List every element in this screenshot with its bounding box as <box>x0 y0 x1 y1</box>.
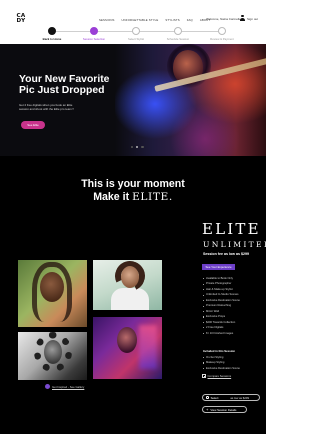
gallery-photo[interactable] <box>18 332 87 380</box>
carousel-dots <box>131 146 144 149</box>
list-item: 8 / 10 Finished Images <box>203 331 263 336</box>
select-label: Select <box>210 395 219 400</box>
step-select-stylist[interactable]: Select Stylist <box>115 27 157 41</box>
step-dot <box>174 27 182 35</box>
elite-subtitle: UNLIMITED <box>203 240 266 249</box>
select-price: as low as $299 <box>230 395 250 400</box>
session-details-button[interactable]: + View Session Details <box>202 406 247 413</box>
included-list: On-Set Styling Makeup Styling Exclusive … <box>203 355 263 371</box>
elite-logo: ELITE <box>202 220 261 238</box>
step-session-selection[interactable]: Session Selection <box>73 27 115 41</box>
nav-item-stylists[interactable]: Stylists <box>165 18 179 22</box>
compare-sessions-link[interactable]: Compare Sessions <box>208 374 232 378</box>
user-icon[interactable] <box>240 15 245 21</box>
gallery-link-text: Get Inspired - See Gallery <box>52 384 85 389</box>
step-label: Back to Home <box>42 37 62 41</box>
compare-checkbox[interactable] <box>202 374 206 378</box>
select-session-button[interactable]: Select as low as $299 <box>202 394 260 401</box>
step-label: Schedule Session <box>166 37 190 41</box>
see-elite-button[interactable]: See Elite <box>21 121 45 129</box>
gallery-link[interactable]: Get Inspired - See Gallery <box>45 384 84 389</box>
elite-price: Session fee as low as $299 <box>203 252 249 256</box>
moment-subheading: Make it ELITE. <box>0 191 266 203</box>
carousel-dot[interactable] <box>131 146 134 149</box>
logo-line-2: DY <box>16 18 26 25</box>
signout-link[interactable]: Sign out <box>247 17 258 21</box>
step-review-payment[interactable]: Review & Payment <box>201 27 243 41</box>
site-header: CA DY Sessions Unforgettable Style Styli… <box>0 0 266 44</box>
step-dot <box>132 27 140 35</box>
feature-list: Available to Book Only Private Photograp… <box>203 276 263 336</box>
carousel-dot-active[interactable] <box>136 146 139 149</box>
step-schedule-session[interactable]: Schedule Session <box>157 27 199 41</box>
step-label: Review & Payment <box>210 37 234 41</box>
radio-icon <box>206 396 209 399</box>
nav-item-unforgettable-style[interactable]: Unforgettable Style <box>122 18 159 22</box>
gallery-photo[interactable] <box>93 260 162 310</box>
nav-item-faq[interactable]: FAQ <box>187 18 193 22</box>
hero-subtitle: Get 2 free digitals when you book an Eli… <box>19 103 75 111</box>
step-dot <box>90 27 98 35</box>
elite-section: This is your moment Make it ELITE. Get I… <box>0 156 266 402</box>
nav-item-sessions[interactable]: Sessions <box>99 18 115 22</box>
moment-prefix: Make it <box>93 191 133 203</box>
step-label: Session Selection <box>82 37 106 41</box>
hero-title: Your New Favorite Pic Just Dropped <box>19 74 110 97</box>
page: CA DY Sessions Unforgettable Style Styli… <box>0 0 266 434</box>
included-title: Included in this Session <box>203 349 236 353</box>
hero-banner: Your New Favorite Pic Just Dropped Get 2… <box>0 44 266 156</box>
carousel-dot[interactable] <box>141 146 144 149</box>
welcome-text: Welcome, Naina Carmelle ! <box>206 17 243 21</box>
booking-stepper: Back to Home Session Selection Select St… <box>40 27 240 42</box>
gallery-photo[interactable] <box>93 317 162 379</box>
main-nav: Sessions Unforgettable Style Stylists FA… <box>99 18 210 22</box>
footer-bar: + View Session Details <box>0 402 266 434</box>
compare-sessions[interactable]: Compare Sessions <box>202 374 231 378</box>
list-item: Exclusive Destination Scene <box>203 366 263 371</box>
step-dot <box>48 27 56 35</box>
details-label: View Session Details <box>210 407 237 412</box>
camera-icon <box>45 384 50 389</box>
moment-brand: ELITE. <box>132 191 173 203</box>
gallery-photo[interactable] <box>18 260 87 327</box>
moment-heading: This is your moment <box>81 178 185 190</box>
step-label: Select Stylist <box>127 37 144 41</box>
step-dot <box>218 27 226 35</box>
logo[interactable]: CA DY <box>15 13 27 25</box>
experience-button[interactable]: See Your Experience <box>202 264 235 270</box>
step-back-to-home[interactable]: Back to Home <box>31 27 73 41</box>
hero-image <box>115 44 266 156</box>
plus-icon: + <box>206 406 209 412</box>
